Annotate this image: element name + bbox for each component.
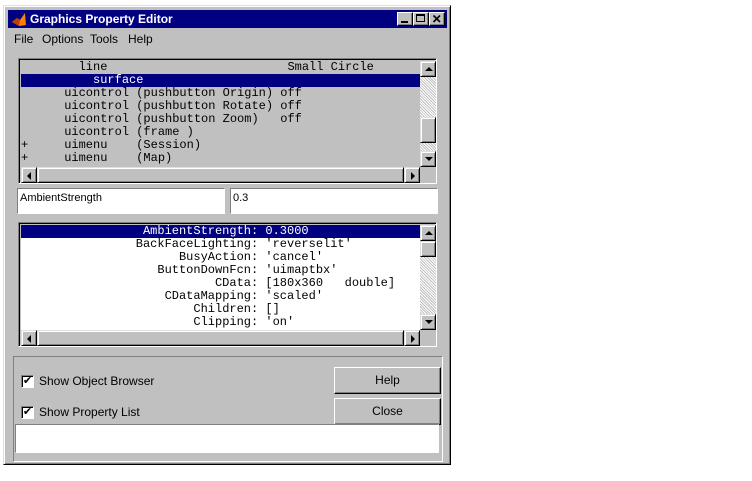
scroll-down-button[interactable] (420, 151, 436, 167)
arrow-down-icon (425, 157, 433, 161)
property-row-value: [] (265, 302, 280, 316)
scroll-down-button[interactable] (420, 314, 436, 330)
property-row-separator: : (251, 315, 266, 329)
property-row-separator: : (251, 250, 266, 264)
minimize-button[interactable] (397, 12, 413, 26)
close-icon (432, 14, 441, 23)
title-bar[interactable]: Graphics Property Editor (8, 10, 447, 28)
maximize-button[interactable] (413, 12, 429, 26)
menu-help[interactable]: Help (128, 32, 153, 46)
show-object-browser-label: Show Object Browser (39, 374, 155, 388)
property-list-vscrollbar[interactable] (420, 225, 436, 330)
property-list-row[interactable]: Clipping: 'on' (21, 316, 420, 329)
arrow-down-icon (425, 320, 433, 324)
property-row-separator: : (251, 276, 266, 290)
maximize-icon (416, 14, 425, 22)
property-value-field[interactable]: 0.3 (230, 188, 438, 214)
arrow-right-icon (411, 172, 415, 180)
property-row-value: [180x360 double] (265, 276, 396, 290)
property-row-value: 'reverselit' (265, 237, 352, 251)
scroll-right-button[interactable] (404, 330, 420, 346)
scroll-right-button[interactable] (404, 167, 420, 183)
scroll-left-button[interactable] (21, 167, 37, 183)
property-list-items[interactable]: AmbientStrength: 0.3000 BackFaceLighting:… (21, 225, 420, 330)
help-button[interactable]: Help (334, 367, 441, 394)
graphics-property-editor-window: Graphics Property Editor File Options To… (3, 5, 451, 465)
arrow-up-icon (425, 231, 433, 235)
property-row-value: 'uimaptbx' (265, 263, 338, 277)
menu-tools[interactable]: Tools (90, 32, 118, 46)
scroll-corner (420, 167, 436, 183)
property-row-name: Clipping (193, 315, 251, 329)
window-title: Graphics Property Editor (30, 12, 173, 26)
scroll-corner (420, 330, 436, 346)
status-field (15, 424, 439, 453)
show-property-list-label: Show Property List (39, 405, 140, 419)
scroll-up-button[interactable] (420, 225, 436, 241)
close-window-button[interactable] (429, 12, 445, 26)
property-row-value: 'on' (265, 315, 295, 329)
menu-bar: File Options Tools Help (8, 30, 447, 48)
scroll-left-button[interactable] (21, 330, 37, 346)
property-row-value: 'scaled' (265, 289, 324, 303)
arrow-right-icon (411, 335, 415, 343)
scroll-thumb[interactable] (420, 241, 436, 257)
checkmark-icon: ✔ (22, 406, 33, 418)
property-row-separator: : (251, 237, 266, 251)
object-browser-list[interactable]: line Small Circle surface uicontrol (pus… (21, 61, 420, 167)
arrow-left-icon (27, 172, 31, 180)
property-row-separator: : (251, 302, 266, 316)
show-property-list-checkbox[interactable]: ✔ (21, 406, 34, 419)
minimize-icon (401, 21, 408, 23)
object-browser-hscrollbar[interactable] (21, 167, 420, 183)
menu-file[interactable]: File (14, 32, 33, 46)
property-list-hscrollbar[interactable] (21, 330, 420, 346)
scroll-thumb[interactable] (420, 117, 436, 143)
property-row-separator: : (251, 289, 266, 303)
matlab-logo-icon (11, 11, 27, 27)
arrow-left-icon (27, 335, 31, 343)
object-browser[interactable]: line Small Circle surface uicontrol (pus… (18, 58, 437, 184)
checkmark-icon: ✔ (22, 375, 33, 387)
property-name-field[interactable]: AmbientStrength (17, 188, 225, 214)
scroll-up-button[interactable] (420, 61, 436, 77)
property-list[interactable]: AmbientStrength: 0.3000 BackFaceLighting:… (18, 222, 437, 347)
property-row-separator: : (251, 263, 266, 277)
close-button[interactable]: Close (334, 398, 441, 425)
object-browser-vscrollbar[interactable] (420, 61, 436, 167)
arrow-up-icon (425, 67, 433, 71)
scroll-thumb[interactable] (37, 167, 404, 183)
object-browser-row[interactable]: + uimenu (Map) (21, 152, 420, 165)
property-row-value: 'cancel' (265, 250, 324, 264)
menu-options[interactable]: Options (42, 32, 83, 46)
show-object-browser-checkbox[interactable]: ✔ (21, 375, 34, 388)
scroll-thumb[interactable] (37, 330, 404, 346)
